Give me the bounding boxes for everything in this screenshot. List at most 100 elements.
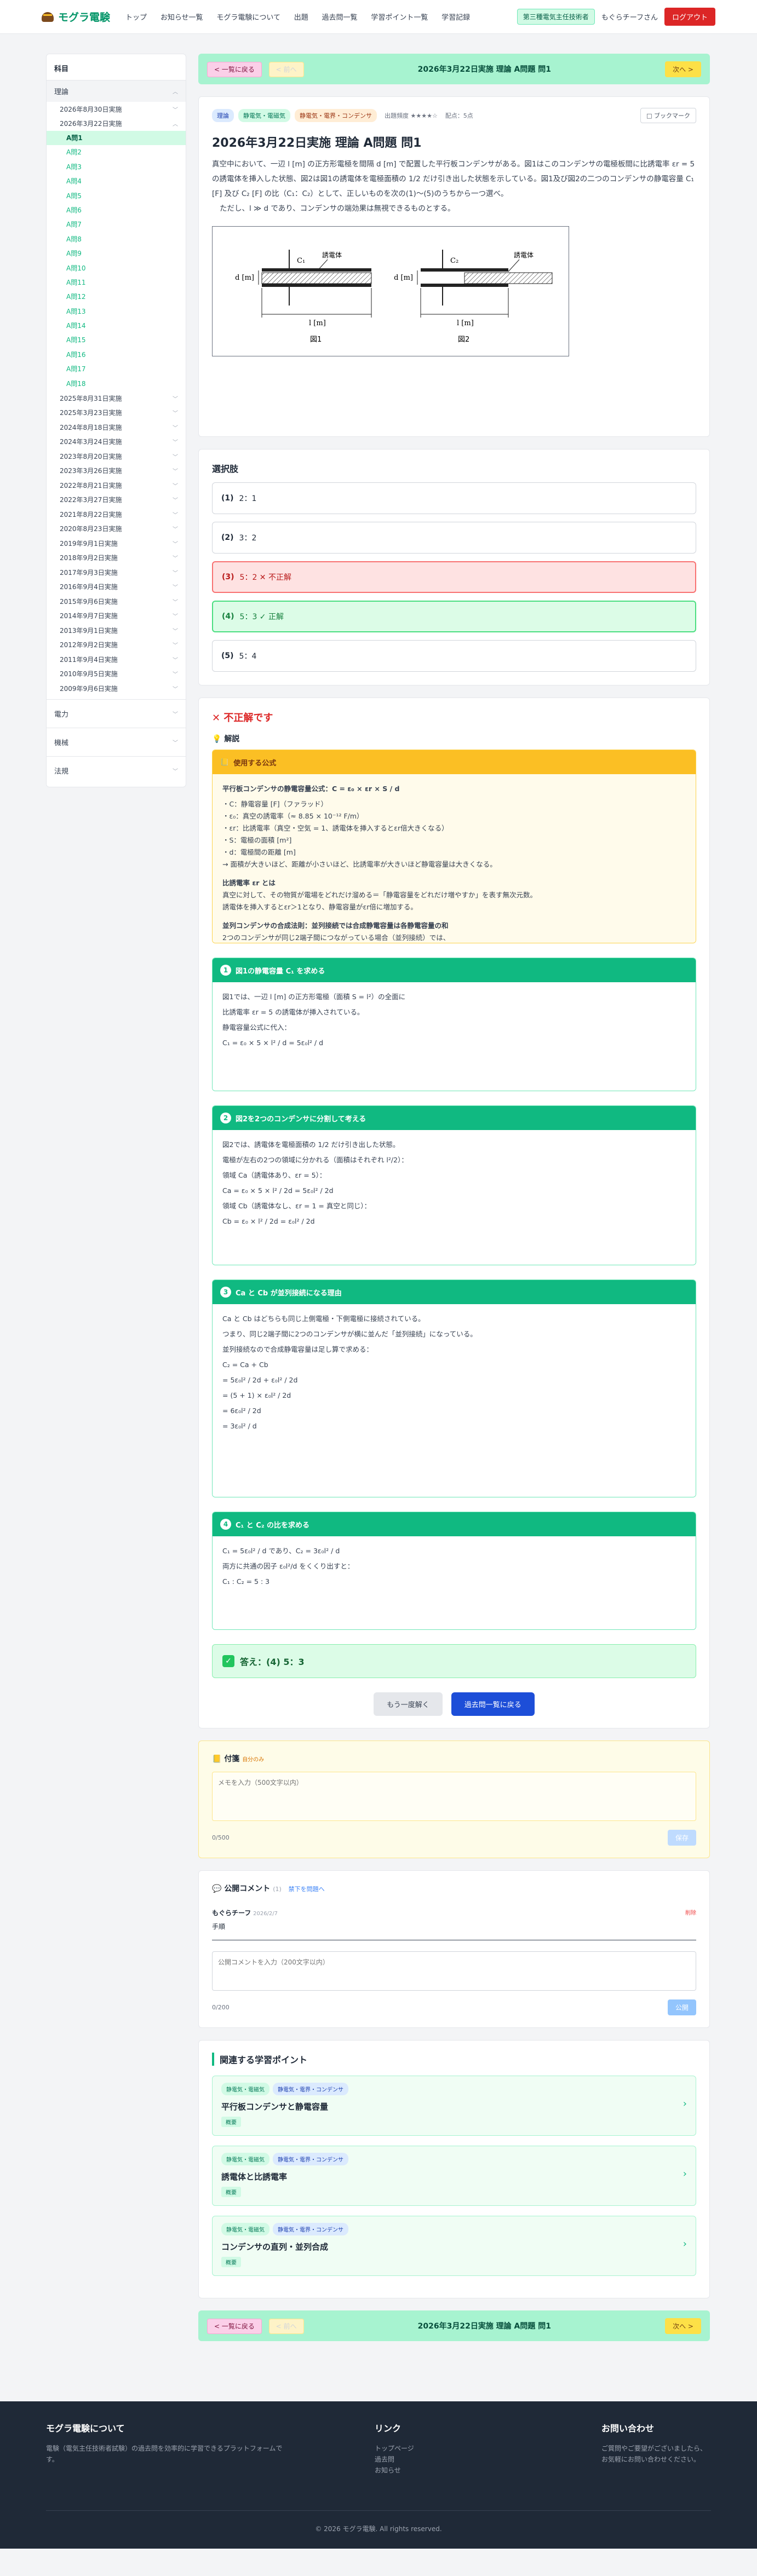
sidebar-question-item[interactable]: A問15 bbox=[47, 333, 186, 347]
next-button[interactable]: 次へ > bbox=[665, 61, 701, 77]
sidebar-year[interactable]: 2010年9月5日実施 ﹀ bbox=[47, 667, 186, 682]
choice-3[interactable]: (3) 5：2 ✕ 不正解 bbox=[212, 561, 696, 593]
comment-post-button[interactable]: 公開 bbox=[667, 1999, 696, 2015]
chevron-down-icon: ﹀ bbox=[173, 740, 178, 746]
footer-link-news[interactable]: お知らせ bbox=[375, 2465, 601, 2476]
sidebar-year[interactable]: 2023年8月20日実施 ﹀ bbox=[47, 449, 186, 464]
sidebar-year[interactable]: 2019年9月1日実施 ﹀ bbox=[47, 536, 186, 551]
sidebar-question-item[interactable]: A問17 bbox=[47, 362, 186, 376]
prev-button[interactable]: < 前へ bbox=[268, 2319, 304, 2334]
nav-points[interactable]: 学習ポイント一覧 bbox=[371, 14, 428, 22]
sidebar-year[interactable]: 2016年9月4日実施 ﹀ bbox=[47, 580, 186, 595]
related-point-title: 誘電体と比誘電率 bbox=[221, 2172, 288, 2182]
year-label: 2011年9月4日実施 bbox=[60, 655, 118, 664]
topic-tag[interactable]: 静電気・電界・コンデンサ bbox=[295, 109, 377, 122]
sidebar-category-riron[interactable]: 理論 ︿ bbox=[47, 80, 186, 102]
related-point-item[interactable]: 静電気・電磁気 静電気・電界・コンデンサ 平行板コンデンサと静電容量 概要 › bbox=[212, 2076, 696, 2136]
sidebar-question-item[interactable]: A問7 bbox=[47, 217, 186, 232]
sidebar-year[interactable]: 2025年8月31日実施 ﹀ bbox=[47, 391, 186, 406]
logout-button[interactable]: ログアウト bbox=[664, 8, 715, 26]
sidebar-question-item[interactable]: A問13 bbox=[47, 304, 186, 319]
sidebar-year[interactable]: 2026年8月30日実施 ﹀ bbox=[47, 102, 186, 117]
choice-1[interactable]: (1) 2：1 bbox=[212, 482, 696, 514]
sidebar-category-denryoku[interactable]: 電力 ﹀ bbox=[47, 703, 186, 724]
sidebar-year[interactable]: 2011年9月4日実施 ﹀ bbox=[47, 652, 186, 667]
sidebar-question-item[interactable]: A問9 bbox=[47, 246, 186, 261]
sidebar-year[interactable]: 2024年3月24日実施 ﹀ bbox=[47, 435, 186, 449]
sidebar-year[interactable]: 2021年8月22日実施 ﹀ bbox=[47, 507, 186, 522]
sidebar-question-item[interactable]: A問2 bbox=[47, 145, 186, 159]
comments-policy-link[interactable]: 禁下を問題へ bbox=[289, 1886, 325, 1893]
chevron-down-icon: ﹀ bbox=[173, 585, 178, 591]
memo-save-button[interactable]: 保存 bbox=[667, 1830, 696, 1846]
sidebar-question-item[interactable]: A問10 bbox=[47, 261, 186, 275]
subject-tag[interactable]: 理論 bbox=[212, 109, 234, 122]
sidebar-year[interactable]: 2014年9月7日実施 ﹀ bbox=[47, 609, 186, 624]
sidebar-year[interactable]: 2013年9月1日実施 ﹀ bbox=[47, 623, 186, 638]
bookmark-button[interactable]: □ ブックマーク bbox=[640, 108, 696, 123]
sidebar-question-item[interactable]: A問12 bbox=[47, 290, 186, 304]
back-to-past-list-button[interactable]: 過去問一覧に戻る bbox=[451, 1692, 535, 1716]
sidebar-question-item[interactable]: A問5 bbox=[47, 189, 186, 203]
field-tag[interactable]: 静電気・電磁気 bbox=[238, 109, 290, 122]
footer-link-past[interactable]: 過去問 bbox=[375, 2454, 601, 2465]
sidebar-title: 科目 bbox=[47, 59, 186, 80]
related-point-item[interactable]: 静電気・電磁気 静電気・電界・コンデンサ 誘電体と比誘電率 概要 › bbox=[212, 2146, 696, 2206]
sidebar-year[interactable]: 2018年9月2日実施 ﹀ bbox=[47, 551, 186, 566]
sidebar-question-item[interactable]: A問16 bbox=[47, 348, 186, 362]
choice-4[interactable]: (4) 5：3 ✓ 正解 bbox=[212, 601, 696, 632]
related-point-item[interactable]: 静電気・電磁気 静電気・電界・コンデンサ コンデンサの直列・並列合成 概要 › bbox=[212, 2216, 696, 2276]
nav-records[interactable]: 学習記録 bbox=[441, 14, 470, 22]
sidebar-question-item[interactable]: A問11 bbox=[47, 275, 186, 290]
related-tag: 静電気・電磁気 bbox=[221, 2223, 269, 2235]
year-label: 2022年3月27日実施 bbox=[60, 496, 122, 504]
sidebar-year[interactable]: 2009年9月6日実施 ﹀ bbox=[47, 681, 186, 696]
sidebar-question-item[interactable]: A問6 bbox=[47, 203, 186, 217]
choice-text: 3：2 bbox=[239, 534, 257, 543]
choice-number: (2) bbox=[221, 533, 234, 542]
sidebar-year[interactable]: 2012年9月2日実施 ﹀ bbox=[47, 638, 186, 653]
back-to-list-button[interactable]: < 一覧に戻る bbox=[207, 2319, 262, 2334]
sidebar-year[interactable]: 2022年3月27日実施 ﹀ bbox=[47, 493, 186, 508]
chevron-down-icon: ﹀ bbox=[173, 643, 178, 649]
sidebar-question-item[interactable]: A問8 bbox=[47, 232, 186, 246]
sidebar-question-item[interactable]: A問14 bbox=[47, 319, 186, 333]
logo[interactable]: モグラ電験 bbox=[42, 9, 110, 24]
logo-text: モグラ電験 bbox=[58, 11, 111, 24]
sidebar-category-kikai[interactable]: 機械 ﹀ bbox=[47, 731, 186, 753]
sidebar-year[interactable]: 2015年9月6日実施 ﹀ bbox=[47, 594, 186, 609]
next-button[interactable]: 次へ > bbox=[665, 2318, 701, 2334]
back-to-list-button[interactable]: < 一覧に戻る bbox=[207, 62, 262, 77]
nav-top[interactable]: トップ bbox=[125, 14, 147, 22]
choice-5[interactable]: (5) 5：4 bbox=[212, 640, 696, 672]
sidebar-category-houki[interactable]: 法規 ﹀ bbox=[47, 760, 186, 781]
sidebar-question-item[interactable]: A問1 bbox=[47, 131, 186, 146]
sidebar-year[interactable]: 2023年3月26日実施 ﹀ bbox=[47, 464, 186, 479]
nav-news[interactable]: お知らせ一覧 bbox=[160, 14, 203, 22]
sidebar-year[interactable]: 2024年8月18日実施 ﹀ bbox=[47, 420, 186, 435]
sidebar-year[interactable]: 2020年8月23日実施 ﹀ bbox=[47, 522, 186, 537]
sidebar-question-item[interactable]: A問3 bbox=[47, 160, 186, 174]
nav-about[interactable]: モグラ電験について bbox=[216, 14, 280, 22]
step-box-head: 2 図2を2つのコンデンサに分割して考える bbox=[213, 1106, 696, 1130]
memo-input[interactable] bbox=[212, 1772, 696, 1821]
year-label: 2026年8月30日実施 bbox=[60, 105, 122, 113]
question-note: ただし、l ≫ d であり、コンデンサの端効果は無視できるものとする。 bbox=[220, 204, 455, 213]
comment-input[interactable] bbox=[212, 1951, 696, 1991]
chevron-up-icon: ︿ bbox=[173, 122, 178, 128]
nav-exam[interactable]: 出題 bbox=[294, 14, 308, 22]
choice-2[interactable]: (2) 3：2 bbox=[212, 522, 696, 554]
question-card: 理論 静電気・電磁気 静電気・電界・コンデンサ 出題頻度 ★★★★☆ 配点：5点… bbox=[198, 96, 710, 437]
sidebar-year[interactable]: 2022年8月21日実施 ﹀ bbox=[47, 478, 186, 493]
sidebar-year[interactable]: 2026年3月22日実施 ︿ bbox=[47, 117, 186, 131]
comment-delete-button[interactable]: 削除 bbox=[685, 1908, 696, 1917]
retry-button[interactable]: もう一度解く bbox=[374, 1692, 443, 1716]
prev-button[interactable]: < 前へ bbox=[268, 62, 304, 77]
nav-past[interactable]: 過去問一覧 bbox=[322, 14, 358, 22]
role-badge[interactable]: 第三種電気主任技術者 bbox=[517, 9, 595, 25]
sidebar-year[interactable]: 2017年9月3日実施 ﹀ bbox=[47, 565, 186, 580]
footer-link-top[interactable]: トップページ bbox=[375, 2443, 601, 2454]
sidebar-year[interactable]: 2025年3月23日実施 ﹀ bbox=[47, 406, 186, 420]
sidebar-question-item[interactable]: A問4 bbox=[47, 174, 186, 188]
sidebar-question-item[interactable]: A問18 bbox=[47, 377, 186, 391]
